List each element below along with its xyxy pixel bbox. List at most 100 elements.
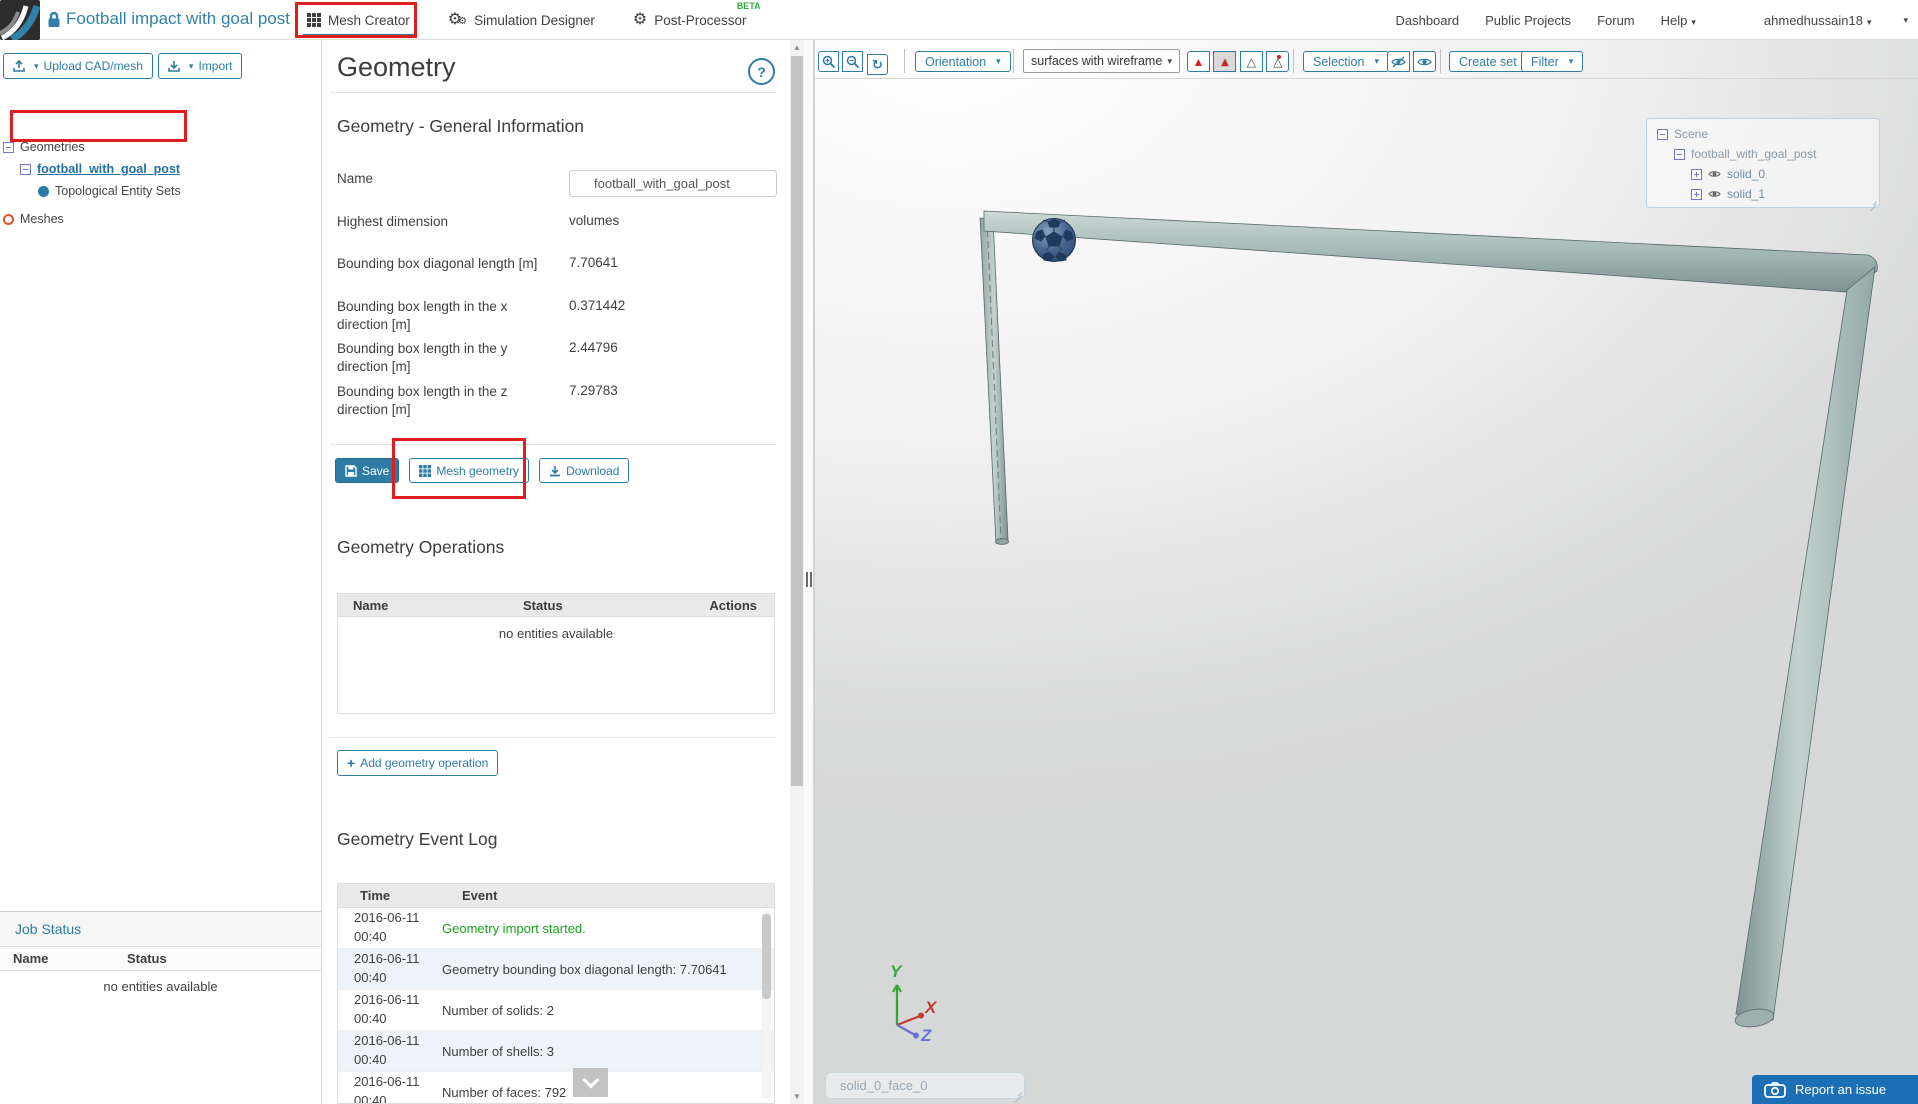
event-clock: 00:40 — [354, 1093, 387, 1104]
extra-menu-chevron-icon[interactable]: ▾ — [1903, 15, 1908, 26]
resize-handle[interactable] — [1013, 1087, 1022, 1096]
event-text: Geometry bounding box diagonal length: 7… — [442, 961, 727, 977]
download-button-label: Download — [566, 463, 620, 478]
form-row-bbox-y: Bounding box length in the y direction [… — [337, 340, 775, 376]
scene-label: Scene — [1674, 127, 1709, 141]
import-button[interactable]: ▾ Import — [157, 53, 243, 79]
tree-item-geometry[interactable]: football_with_goal_post — [0, 162, 181, 176]
import-button-label: Import — [198, 59, 233, 73]
axis-x-label: X — [924, 998, 938, 1017]
tet-solid-toggle[interactable]: ▲ — [1187, 51, 1210, 72]
event-log-scrollbar[interactable] — [762, 911, 771, 1099]
zoom-in-button[interactable] — [818, 51, 839, 72]
scroll-up-arrow[interactable]: ▲ — [790, 43, 804, 52]
form-row-bbox-x: Bounding box length in the x direction [… — [337, 298, 775, 334]
blue-dot-icon — [38, 185, 49, 197]
download-button[interactable]: Download — [539, 458, 630, 483]
scene-geometry-label: football_with_goal_post — [1691, 147, 1817, 161]
scene-tree-item-solid-1[interactable]: solid_1 — [1657, 187, 1879, 201]
upload-cad-mesh-button[interactable]: ▾ Upload CAD/mesh — [3, 53, 153, 79]
eye-icon[interactable] — [1708, 169, 1721, 179]
plus-icon: + — [347, 755, 356, 771]
scrollbar-thumb[interactable] — [791, 56, 803, 786]
row-label: Bounding box length in the z direction [… — [337, 384, 508, 418]
mesh-quality-toggle-group: ▲ ▲ △ △ — [1187, 51, 1290, 72]
tab-simulation-designer-label: Simulation Designer — [474, 12, 595, 28]
event-date: 2016-06-11 — [354, 1074, 420, 1090]
grid-icon — [307, 13, 321, 27]
report-issue-button[interactable]: Report an issue — [1752, 1075, 1918, 1104]
tab-simulation-designer[interactable]: ⚙⚙ Simulation Designer — [444, 0, 599, 40]
face-name-box[interactable]: solid_0_face_0 — [825, 1072, 1025, 1099]
tet-wire-toggle[interactable]: △ — [1239, 51, 1263, 72]
sidebar-actions: ▾ Upload CAD/mesh ▾ Import — [3, 53, 243, 79]
panel-splitter[interactable] — [804, 40, 815, 1104]
outline-triangle-icon: △ — [1246, 54, 1257, 69]
job-status-header: Name Status — [0, 947, 321, 971]
collapse-icon[interactable] — [1674, 148, 1685, 160]
scene-tree-item-geometry[interactable]: football_with_goal_post — [1657, 147, 1879, 161]
event-text: Geometry import started. — [442, 920, 586, 936]
scroll-down-arrow[interactable]: ▼ — [790, 1092, 804, 1101]
tree-item-geometries[interactable]: Geometries — [0, 140, 181, 154]
show-selection-button[interactable] — [1413, 51, 1437, 72]
eye-slash-icon — [1391, 55, 1406, 68]
scene-tree-item-scene[interactable]: Scene — [1657, 127, 1879, 141]
user-menu[interactable]: ahmedhussain18 ▾ — [1764, 13, 1872, 28]
orientation-dropdown[interactable]: Orientation ▾ — [915, 51, 1011, 72]
geometry-panel: Geometry ? Geometry - General Informatio… — [322, 40, 790, 1104]
collapse-icon[interactable] — [20, 163, 31, 175]
nav-help-menu[interactable]: Help ▾ — [1661, 13, 1696, 28]
event-log-row: 2016-06-11 00:40 Number of solids: 2 — [338, 990, 774, 1031]
name-label: Name — [337, 171, 374, 186]
hide-selection-button[interactable] — [1387, 51, 1410, 72]
selection-label: Selection — [1313, 54, 1365, 69]
expand-icon[interactable] — [1691, 168, 1702, 180]
tree-item-meshes[interactable]: Meshes — [0, 212, 181, 226]
chevron-down-icon: ▾ — [1691, 16, 1696, 27]
nav-public-projects[interactable]: Public Projects — [1485, 13, 1571, 28]
create-set-button[interactable]: Create set — [1449, 51, 1527, 72]
tet-points-toggle[interactable]: △ — [1266, 51, 1290, 72]
form-row-highest-dimension: Highest dimension volumes — [337, 213, 775, 231]
nav-forum[interactable]: Forum — [1597, 13, 1635, 28]
geometry-name-input[interactable] — [569, 170, 777, 197]
render-mode-select[interactable]: surfaces with wireframe ▾ — [1023, 49, 1180, 73]
event-log-table: Time Event 2016-06-11 00:40 Geometry impo… — [337, 883, 775, 1104]
expand-icon[interactable] — [1691, 188, 1702, 200]
nav-dashboard[interactable]: Dashboard — [1395, 13, 1459, 28]
upload-icon — [13, 60, 25, 72]
beta-badge: BETA — [736, 1, 761, 11]
solid-0-label: solid_0 — [1727, 167, 1766, 181]
scrollbar-thumb[interactable] — [762, 914, 771, 999]
tree-geometry-name-link[interactable]: football_with_goal_post — [37, 162, 180, 176]
tree-item-topological-entity-sets[interactable]: Topological Entity Sets — [0, 184, 181, 198]
collapse-icon[interactable] — [1657, 128, 1668, 140]
viewport-3d[interactable]: Y X Z ↻ Orientation ▾ surfaces with wire… — [815, 40, 1918, 1104]
resize-handle[interactable] — [1868, 196, 1877, 205]
upload-button-label: Upload CAD/mesh — [43, 59, 143, 73]
scene-tree-item-solid-0[interactable]: solid_0 — [1657, 167, 1879, 181]
selection-dropdown[interactable]: Selection ▾ — [1303, 51, 1389, 72]
add-geometry-operation-button[interactable]: + Add geometry operation — [337, 750, 499, 776]
event-date: 2016-06-11 — [354, 992, 420, 1008]
collapse-icon[interactable] — [3, 141, 14, 153]
tab-post-processor[interactable]: ⚙ Post-Processor BETA — [629, 0, 761, 40]
simscale-logo[interactable] — [0, 0, 40, 40]
mesh-geometry-button[interactable]: Mesh geometry — [409, 458, 530, 483]
zoom-out-button[interactable] — [842, 51, 864, 72]
app-mode-tabs: Mesh Creator ⚙⚙ Simulation Designer ⚙ Po… — [303, 0, 761, 40]
tet-outline-toggle[interactable]: ▲ — [1213, 51, 1237, 72]
eye-icon[interactable] — [1708, 189, 1721, 199]
event-date: 2016-06-11 — [354, 951, 420, 967]
chevron-down-icon: ▾ — [1568, 56, 1574, 66]
expand-log-button[interactable] — [573, 1068, 608, 1097]
help-button[interactable]: ? — [748, 58, 775, 85]
save-button[interactable]: Save — [335, 458, 400, 483]
filter-dropdown[interactable]: Filter ▾ — [1521, 51, 1584, 72]
panel-scrollbar[interactable]: ▲ ▼ — [790, 40, 804, 1104]
tab-mesh-creator[interactable]: Mesh Creator — [303, 0, 414, 40]
refresh-view-button[interactable]: ↻ — [866, 54, 888, 75]
row-value: 0.371442 — [569, 298, 626, 313]
face-name-label: solid_0_face_0 — [840, 1078, 928, 1093]
